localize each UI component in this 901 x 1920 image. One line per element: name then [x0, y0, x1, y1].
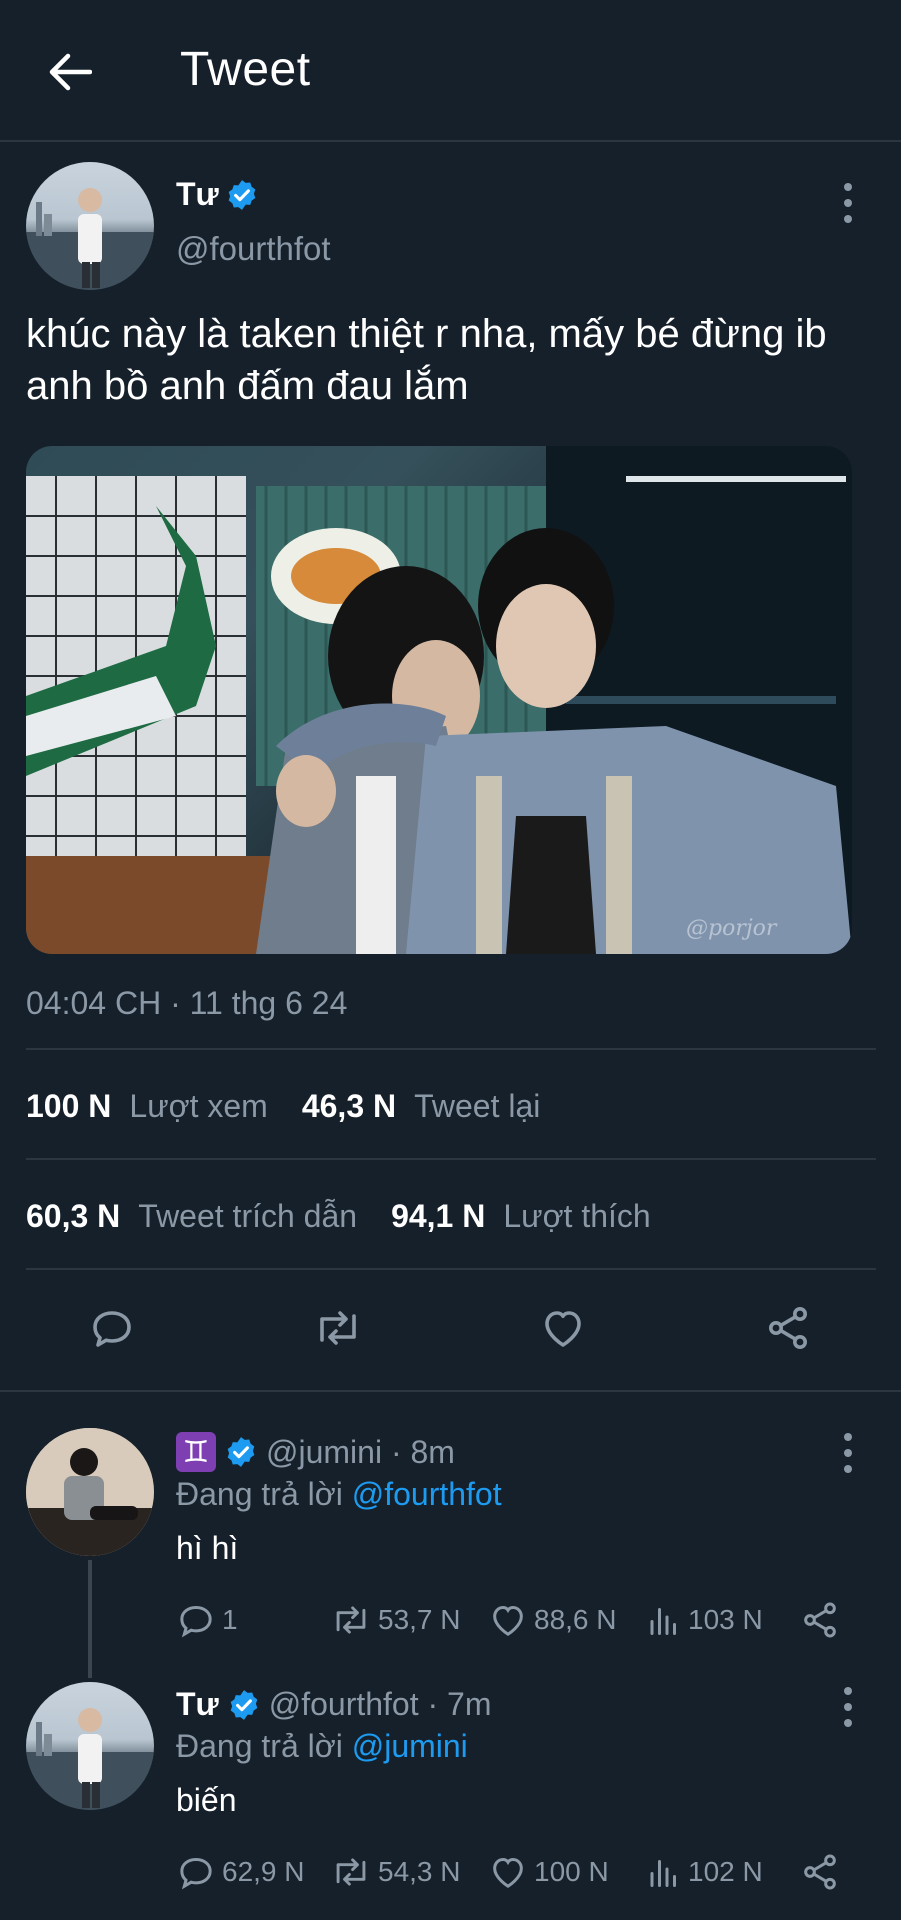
- replying-to-link[interactable]: @jumini: [352, 1728, 468, 1764]
- reply-avatar[interactable]: [26, 1428, 154, 1556]
- heart-icon: [493, 1605, 523, 1636]
- quotes-count[interactable]: 60,3 N: [26, 1198, 120, 1235]
- verified-badge-icon: [230, 1689, 258, 1720]
- avatar-photo: [26, 1428, 154, 1556]
- view-count: 103 N: [688, 1604, 763, 1635]
- heart-icon: [545, 1311, 581, 1347]
- tweet-media-image[interactable]: @porjor: [26, 446, 852, 954]
- reply-text: hì hì: [176, 1530, 239, 1566]
- retweets-count[interactable]: 46,3 N: [302, 1088, 396, 1125]
- page-title: Tweet: [180, 43, 311, 96]
- replying-prefix: Đang trả lời: [176, 1728, 343, 1764]
- divider: [26, 1048, 876, 1050]
- reply-count: 1: [222, 1604, 238, 1635]
- heart-icon: [493, 1857, 523, 1888]
- analytics-icon: [650, 1608, 676, 1635]
- retweet-icon: [336, 1606, 366, 1634]
- verified-badge-icon: [228, 179, 256, 210]
- divider: [26, 1268, 876, 1270]
- share-icon: [804, 1854, 836, 1890]
- views-action[interactable]: 102 N: [646, 1852, 763, 1892]
- share-button[interactable]: [760, 1300, 816, 1356]
- header-divider: [0, 140, 901, 142]
- reply-icon: [180, 1857, 212, 1890]
- share-icon: [804, 1602, 836, 1638]
- view-count: 102 N: [688, 1856, 763, 1887]
- like-count: 100 N: [534, 1856, 609, 1887]
- like-count: 88,6 N: [534, 1604, 617, 1635]
- replying-prefix: Đang trả lời: [176, 1476, 343, 1512]
- reply-icon: [180, 1605, 212, 1638]
- avatar-photo: [26, 188, 154, 290]
- likes-count[interactable]: 94,1 N: [391, 1198, 485, 1235]
- reply-text: biến: [176, 1782, 237, 1818]
- reply-header: Tư @fourthfot · 7m: [176, 1686, 492, 1723]
- replying-to-link[interactable]: @fourthfot: [352, 1476, 502, 1512]
- share-icon: [769, 1307, 807, 1349]
- tweet-text: khúc này là taken thiệt r nha, mấy bé đừ…: [26, 312, 827, 408]
- quotes-label[interactable]: Tweet trích dẫn: [138, 1198, 357, 1235]
- media-watermark: @porjor: [686, 916, 777, 941]
- like-action[interactable]: 100 N: [488, 1852, 609, 1892]
- reply-icon: [93, 1311, 131, 1347]
- reply-action[interactable]: 1: [176, 1600, 238, 1640]
- replying-to-line: Đang trả lời @fourthfot: [176, 1476, 502, 1513]
- retweet-icon: [336, 1858, 366, 1886]
- author-handle[interactable]: @fourthfot: [176, 230, 331, 268]
- like-action[interactable]: 88,6 N: [488, 1600, 617, 1640]
- back-button[interactable]: [40, 44, 100, 100]
- author-row: Tư: [176, 176, 259, 213]
- more-options-icon[interactable]: [842, 1432, 854, 1474]
- retweet-action[interactable]: 53,7 N: [330, 1600, 461, 1640]
- reply-header: ♊ @jumini · 8m: [176, 1432, 455, 1472]
- verified-badge-icon: [227, 1437, 255, 1467]
- stats-row-1: 100 N Lượt xem 46,3 N Tweet lại: [26, 1088, 540, 1125]
- divider: [0, 1390, 901, 1392]
- replying-to-line: Đang trả lời @jumini: [176, 1728, 468, 1765]
- retweets-label[interactable]: Tweet lại: [414, 1088, 540, 1125]
- reply-author-name[interactable]: Tư: [176, 1686, 219, 1723]
- retweet-count: 54,3 N: [378, 1856, 461, 1887]
- views-label: Lượt xem: [129, 1088, 268, 1124]
- views-count: 100 N: [26, 1088, 112, 1124]
- stats-row-2: 60,3 N Tweet trích dẫn 94,1 N Lượt thích: [26, 1198, 651, 1235]
- share-action[interactable]: [800, 1600, 840, 1640]
- reply-button[interactable]: [84, 1300, 140, 1356]
- tweet-timestamp[interactable]: 04:04 CH · 11 thg 6 24: [26, 985, 347, 1022]
- retweet-action[interactable]: 54,3 N: [330, 1852, 461, 1892]
- more-options-icon[interactable]: [842, 182, 854, 224]
- divider: [26, 1158, 876, 1160]
- reply-count: 62,9 N: [222, 1856, 305, 1887]
- retweet-count: 53,7 N: [378, 1604, 461, 1635]
- gemini-emoji: ♊: [176, 1432, 216, 1472]
- reply-handle-time[interactable]: @fourthfot · 7m: [269, 1686, 492, 1723]
- share-action[interactable]: [800, 1852, 840, 1892]
- likes-label[interactable]: Lượt thích: [503, 1198, 650, 1235]
- more-options-icon[interactable]: [842, 1686, 854, 1728]
- author-name[interactable]: Tư: [176, 176, 219, 213]
- analytics-icon: [650, 1860, 676, 1887]
- views-action[interactable]: 103 N: [646, 1600, 763, 1640]
- retweet-icon: [320, 1311, 356, 1345]
- avatar[interactable]: [26, 162, 154, 290]
- reply-handle-time[interactable]: @jumini · 8m: [266, 1434, 455, 1471]
- reply-action[interactable]: 62,9 N: [176, 1852, 305, 1892]
- like-button[interactable]: [535, 1300, 591, 1356]
- avatar-photo: [26, 1708, 154, 1810]
- photo-illustration: [26, 446, 852, 954]
- thread-connector: [88, 1560, 92, 1678]
- reply-avatar[interactable]: [26, 1682, 154, 1810]
- arrow-left-icon: [49, 53, 92, 91]
- retweet-button[interactable]: [310, 1300, 366, 1356]
